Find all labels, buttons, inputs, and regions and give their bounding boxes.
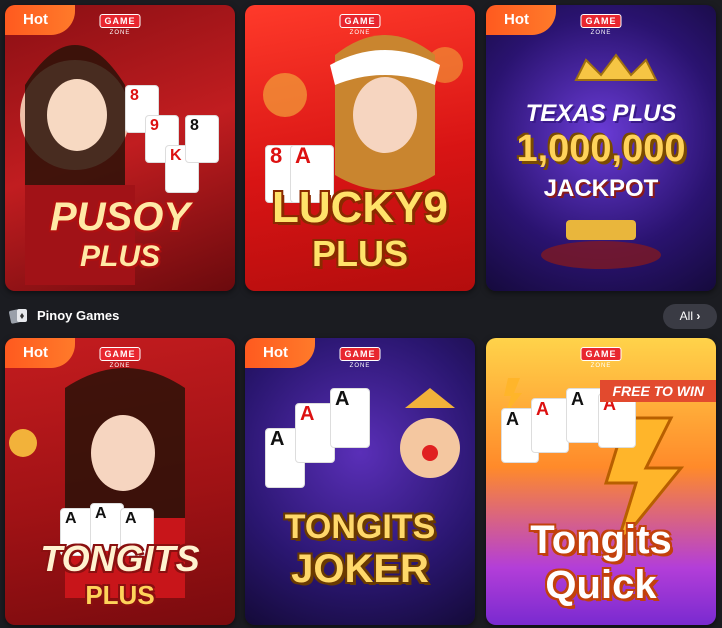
gamezone-logo: GAME ZONE <box>580 11 622 36</box>
playing-card: 8 <box>185 115 219 163</box>
game-title-line: Tongits <box>530 518 672 562</box>
game-title: TONGITS PLUS <box>5 538 235 611</box>
cards-icon <box>9 309 27 324</box>
game-title-line: TEXAS PLUS <box>525 100 677 127</box>
game-card-texas-plus[interactable]: TEXAS PLUS 1,000,000 JACKPOT Hot GAME ZON… <box>486 5 716 291</box>
hot-badge: Hot <box>245 338 315 368</box>
gamezone-logo: GAME ZONE <box>339 344 381 369</box>
chevron-right-icon: › <box>696 309 701 323</box>
game-card-lucky9-plus[interactable]: 8 A LUCKY9 PLUS GAME ZONE <box>245 5 475 291</box>
game-title-line: PLUS <box>85 580 155 610</box>
hot-badge: Hot <box>486 5 556 35</box>
game-title: TONGITS JOKER <box>245 508 475 592</box>
game-title-line: LUCKY9 <box>271 183 449 232</box>
gamezone-logo: GAME ZONE <box>339 11 381 36</box>
game-title: PUSOY PLUS <box>5 195 235 274</box>
section-title: Pinoy Games <box>37 308 120 323</box>
gamezone-logo: GAME ZONE <box>99 11 141 36</box>
game-title-line: 1,000,000 <box>516 128 686 170</box>
game-title: TEXAS PLUS 1,000,000 JACKPOT <box>486 100 716 203</box>
game-title-line: TONGITS <box>40 538 200 579</box>
game-title-line: JOKER <box>291 547 429 591</box>
game-title-line: PLUS <box>311 233 408 274</box>
game-title-line: Quick <box>545 563 657 607</box>
gamezone-logo: GAME ZONE <box>99 344 141 369</box>
view-all-label: All <box>679 309 693 323</box>
game-title: Tongits Quick <box>486 518 716 608</box>
game-title-line: TONGITS <box>284 508 436 546</box>
game-card-pusoy-plus[interactable]: 8 9 K 8 PUSOY PLUS Hot GAME ZONE <box>5 5 235 291</box>
playing-card: A <box>531 398 569 453</box>
free-to-win-badge: FREE TO WIN <box>600 380 716 402</box>
game-card-tongits-quick[interactable]: A A A A FREE TO WIN Tongits Quick GAME ZO… <box>486 338 716 625</box>
game-title-line: PUSOY <box>49 195 191 239</box>
game-title-line: JACKPOT <box>543 175 659 202</box>
playing-card: A <box>295 403 335 463</box>
hot-badge: Hot <box>5 338 75 368</box>
gamezone-logo: GAME ZONE <box>580 344 622 369</box>
view-all-button[interactable]: All › <box>663 304 717 329</box>
hot-badge: Hot <box>5 5 75 35</box>
game-card-tongits-plus[interactable]: A A A TONGITS PLUS Hot GAME ZONE <box>5 338 235 625</box>
game-card-tongits-joker[interactable]: A A A TONGITS JOKER Hot GAME ZONE <box>245 338 475 625</box>
game-title-line: PLUS <box>79 240 160 273</box>
game-title: LUCKY9 PLUS <box>245 183 475 275</box>
playing-card: A <box>330 388 370 448</box>
section-header: Pinoy Games All › <box>0 300 722 332</box>
